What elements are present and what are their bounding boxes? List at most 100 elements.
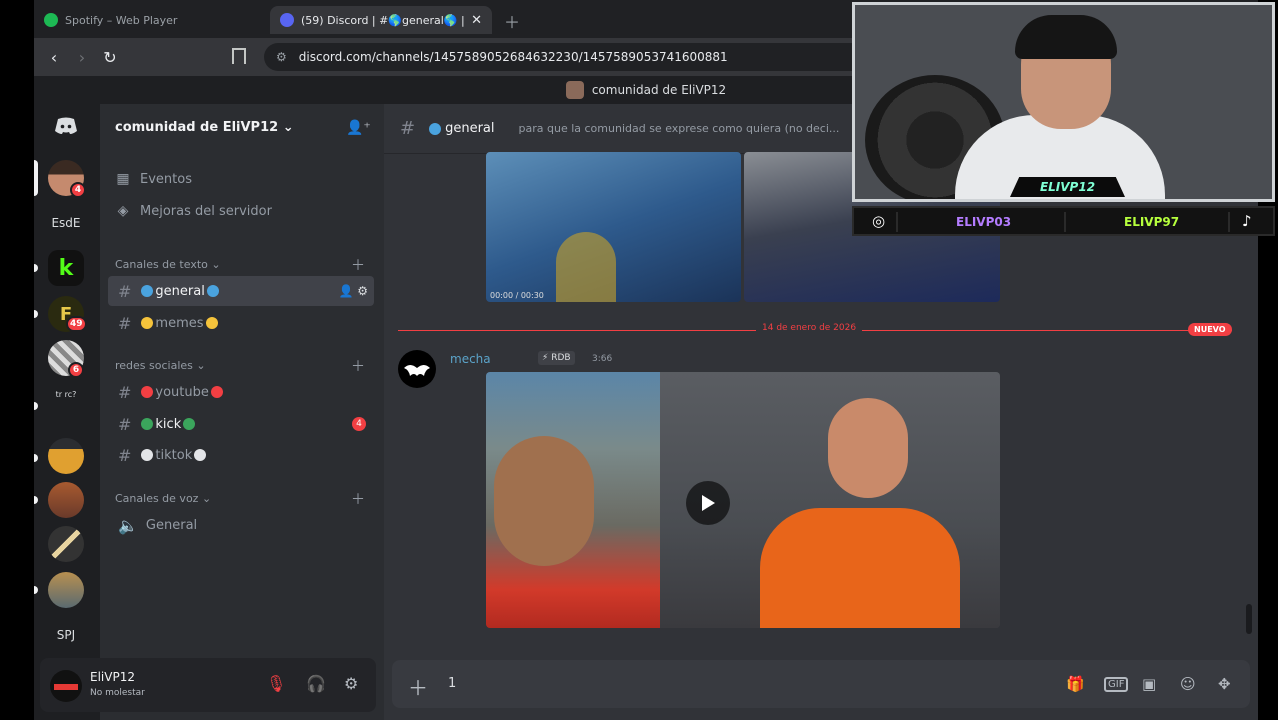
server-spj[interactable]: SPJ: [42, 628, 90, 642]
server-avatar-7[interactable]: [48, 482, 84, 518]
server-avatar-9[interactable]: [48, 572, 84, 608]
webcam-person-hair: [1015, 15, 1117, 59]
tab-discord[interactable]: (59) Discord | #🌎general🌎 | co ✕: [270, 6, 492, 34]
handle-right: ELIVP97: [1124, 215, 1180, 229]
server-esde[interactable]: EsdE: [42, 216, 90, 230]
tab-spotify[interactable]: Spotify – Web Player: [34, 6, 264, 34]
hash-icon: #: [118, 382, 132, 402]
green-circle-icon: [183, 418, 196, 430]
new-tab-icon[interactable]: ＋: [504, 9, 520, 33]
upload-plus-icon[interactable]: ＋: [408, 672, 428, 701]
channel-general[interactable]: # general 👤 ⚙: [108, 276, 374, 306]
unread-pip: [34, 496, 38, 504]
screen: Spotify – Web Player (59) Discord | #🌎ge…: [0, 0, 1278, 720]
chevron-down-icon: ⌄: [201, 492, 212, 505]
avatar[interactable]: [50, 670, 82, 702]
message-username[interactable]: mecha: [450, 352, 491, 366]
chevron-down-icon: ⌄: [211, 258, 221, 271]
video-subject-head: [828, 398, 908, 498]
white-circle-icon: [141, 449, 154, 461]
server-avatar-8[interactable]: [48, 526, 84, 562]
guild-tag: RDB: [551, 353, 571, 363]
unread-pip: [34, 454, 38, 462]
gift-icon[interactable]: 🎁: [1066, 675, 1085, 693]
add-channel-icon[interactable]: ＋: [351, 255, 365, 275]
video-subject: [760, 508, 960, 628]
category-label: Canales de voz: [115, 492, 199, 505]
speaker-icon: 🔈: [118, 515, 138, 535]
emoji-icon[interactable]: ☺: [1180, 675, 1196, 693]
mention-badge: 4: [352, 417, 366, 431]
channel-kick[interactable]: # kick 4: [108, 409, 374, 439]
channel-tiktok[interactable]: # tiktok: [108, 440, 374, 470]
calendar-icon: ▦: [116, 171, 130, 187]
sticker-icon[interactable]: ▣: [1142, 675, 1156, 693]
green-circle-icon: [141, 418, 154, 430]
social-handles-bar: ◎ ELIVP03 ELIVP97 ♪: [852, 206, 1275, 236]
unread-pip: [34, 264, 38, 272]
add-channel-icon[interactable]: ＋: [351, 356, 365, 376]
mute-icon[interactable]: 🎙: [266, 674, 286, 693]
server-tric[interactable]: tr rc?: [42, 390, 90, 399]
settings-icon[interactable]: ⚙: [344, 674, 358, 693]
play-button[interactable]: [686, 481, 730, 525]
handle-left: ELIVP03: [956, 215, 1012, 229]
add-channel-icon[interactable]: ＋: [351, 489, 365, 509]
video-attachment[interactable]: [486, 372, 1000, 628]
webcam-overlay: ELIVP12 ◎ ELIVP03 ELIVP97 ♪: [852, 2, 1275, 236]
hash-icon: #: [400, 118, 416, 139]
spotify-favicon-icon: [44, 13, 58, 27]
chevron-down-icon: ⌄: [196, 359, 206, 372]
events-row[interactable]: ▦ Eventos: [112, 164, 370, 194]
chevron-down-icon: ⌄: [282, 120, 294, 135]
server-name-header[interactable]: comunidad de EliVP12 ⌄: [115, 120, 294, 135]
category-label: Canales de texto: [115, 258, 208, 271]
discord-favicon-icon: [280, 13, 294, 27]
server-kick[interactable]: k: [48, 250, 84, 286]
divider-date: 14 de enero de 2026: [756, 323, 863, 333]
webcam-name-plate: ELIVP12: [1010, 177, 1125, 197]
server-avatar-6[interactable]: [48, 438, 84, 474]
avatar[interactable]: [398, 350, 436, 388]
bookmark-icon[interactable]: [232, 48, 246, 64]
red-circle-icon: [141, 386, 154, 398]
message-time: 3:66: [592, 354, 613, 364]
video-subject-left-head: [494, 436, 594, 566]
boost-row[interactable]: ◈ Mejoras del servidor: [112, 196, 370, 226]
message-composer[interactable]: ＋ 1 🎁 GIF ▣ ☺ ✥: [392, 660, 1250, 708]
message-input[interactable]: 1: [448, 676, 456, 691]
site-info-icon[interactable]: ⚙: [276, 50, 287, 64]
scrollbar[interactable]: [1246, 604, 1252, 634]
close-tab-icon[interactable]: ✕: [471, 13, 482, 28]
laugh-emoji-icon: [205, 317, 218, 329]
back-icon[interactable]: ‹: [40, 48, 68, 67]
channel-topic[interactable]: para que la comunidad se exprese como qu…: [519, 122, 839, 135]
channel-youtube[interactable]: # youtube: [108, 377, 374, 407]
bar-separator: [1064, 212, 1066, 232]
voice-channel-general[interactable]: 🔈 General: [108, 510, 374, 540]
channel-settings-icon[interactable]: 👤 ⚙: [338, 284, 368, 298]
reload-icon[interactable]: ↻: [96, 48, 124, 67]
hash-icon: #: [118, 414, 132, 434]
apps-icon[interactable]: ✥: [1218, 675, 1231, 693]
server-badge: 49: [66, 316, 87, 332]
forward-icon[interactable]: ›: [68, 48, 96, 67]
invite-icon[interactable]: 👤⁺: [346, 120, 371, 136]
white-circle-icon: [194, 449, 207, 461]
user-panel: EliVP12 No molestar 🎙 🎧 ⚙: [40, 658, 376, 712]
headphones-icon[interactable]: 🎧: [306, 674, 326, 693]
channel-memes[interactable]: # memes: [108, 308, 374, 338]
discord-title: comunidad de EliVP12: [591, 83, 727, 97]
gif-icon[interactable]: GIF: [1104, 677, 1129, 692]
category-text[interactable]: Canales de texto ⌄ ＋: [115, 258, 365, 274]
play-icon: [702, 495, 715, 511]
category-voice[interactable]: Canales de voz ⌄ ＋: [115, 492, 365, 508]
discord-logo-icon[interactable]: [48, 108, 84, 144]
video-attachment[interactable]: 00:00 / 00:30: [486, 152, 741, 302]
channel-label: kick: [155, 416, 182, 432]
category-social[interactable]: redes sociales ⌄ ＋: [115, 359, 365, 375]
globe-emoji-icon: [206, 285, 219, 297]
channel-label: General: [145, 517, 198, 533]
tab-label: (59) Discord | #🌎general🌎 | co: [301, 13, 466, 27]
channel-label: memes: [155, 315, 204, 331]
